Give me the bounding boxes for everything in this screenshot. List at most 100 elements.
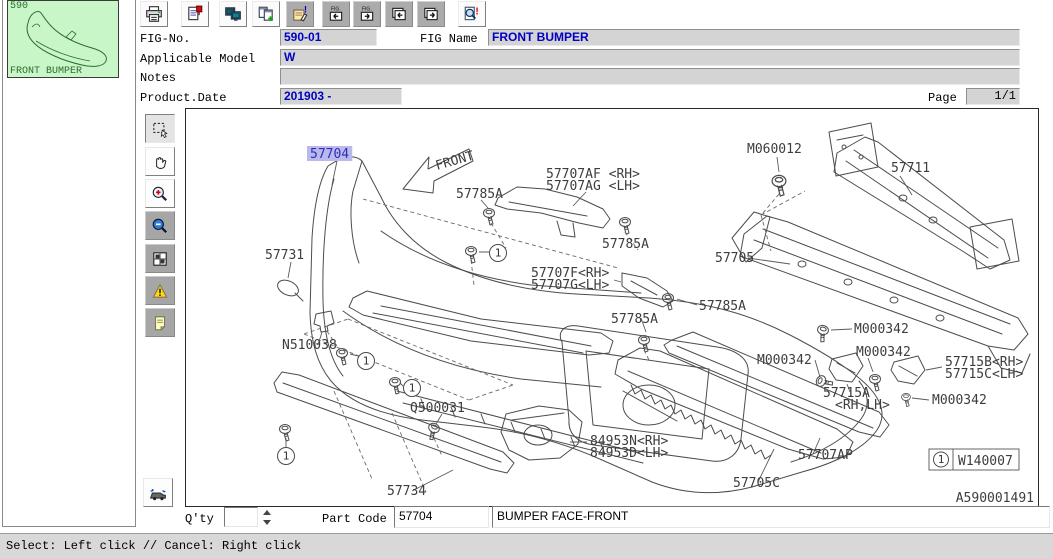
applicable-model-label: Applicable Model	[140, 52, 256, 66]
vehicle	[149, 489, 166, 501]
drawing-number: A590001491	[956, 491, 1034, 506]
callout-marker: 1	[489, 244, 507, 262]
tool-button-zoom-out[interactable]	[145, 211, 175, 240]
notes-label: Notes	[140, 71, 177, 85]
document-properties-icon	[188, 5, 203, 21]
svg-text:1: 1	[363, 355, 370, 368]
printer-icon	[146, 6, 162, 22]
construction-lines	[303, 190, 806, 493]
tool-button-fit-page[interactable]	[145, 244, 175, 273]
svg-text:1: 1	[409, 382, 416, 395]
window-forward-icon	[424, 7, 438, 21]
svg-text:1: 1	[283, 450, 290, 463]
figure-thumbnail-front-bumper[interactable]: 590 FRONT BUMPER	[7, 0, 119, 78]
toolbar-button-search-alert[interactable]: !	[458, 1, 486, 27]
svg-text:1: 1	[495, 247, 502, 260]
upper-beam-57711-art	[828, 122, 1020, 270]
part-label-57707aglh[interactable]: 57707AG <LH>	[546, 179, 640, 194]
bumper-thumbnail-drawing	[26, 10, 107, 67]
zoom-in	[152, 186, 167, 201]
part-label-m000342[interactable]: M000342	[757, 353, 812, 368]
toolbar-button-fig-previous[interactable]: FIG.	[322, 1, 350, 27]
toolbar-button-window-back[interactable]	[385, 1, 413, 27]
part-label-57711[interactable]: 57711	[891, 161, 930, 176]
search-alert-icon: !	[464, 7, 479, 21]
tool-button-notes[interactable]	[145, 308, 175, 337]
tool-button-vehicle[interactable]	[143, 478, 173, 507]
copy-window-icon	[258, 6, 273, 21]
tool-button-pan-hand[interactable]	[145, 147, 175, 176]
part-label-57785a[interactable]: 57785A	[611, 312, 658, 327]
zoom-out	[152, 218, 167, 233]
note-pointer-icon: !	[293, 5, 308, 22]
window-back-icon	[392, 7, 406, 21]
part-code-input[interactable]: 57704	[394, 506, 489, 528]
tool-button-zoom-in[interactable]	[145, 179, 175, 208]
bracket-57707af-art	[494, 186, 611, 238]
tool-button-marquee-select[interactable]	[145, 114, 175, 143]
part-label-57705c[interactable]: 57705C	[733, 476, 780, 491]
part-label-m060012[interactable]: M060012	[747, 142, 802, 157]
dual-monitor-icon	[225, 7, 241, 21]
part-label-57707glh[interactable]: 57707G<LH>	[531, 278, 609, 293]
fig-no-field[interactable]: 590-01	[280, 29, 377, 46]
fig-name-label: FIG Name	[420, 32, 478, 46]
svg-text:FIG.: FIG.	[331, 7, 341, 13]
qty-spin-down-icon[interactable]	[263, 520, 271, 525]
page-label: Page	[928, 91, 957, 105]
toolbar-button-window-forward[interactable]	[417, 1, 445, 27]
fig-previous-icon: FIG.	[329, 7, 343, 21]
diagram-canvas[interactable]: 57704 57785A 57707AF <RH> 57707AG <LH> M0600…	[185, 108, 1039, 507]
part-label-57707ap[interactable]: 57707AP	[798, 448, 853, 463]
clip-57731-art	[277, 279, 304, 302]
fig-name-field[interactable]: FRONT BUMPER	[488, 29, 1020, 46]
product-date-label: Product.Date	[140, 91, 227, 105]
thumbnail-fig-number: 590	[10, 1, 29, 12]
ref-box-w140007: 1 W140007	[928, 448, 1020, 471]
svg-text:W140007: W140007	[958, 454, 1013, 469]
figure-list-panel: 590 FRONT BUMPER	[2, 0, 136, 527]
tool-button-warning[interactable]	[145, 276, 175, 305]
product-date-field[interactable]: 201903 -	[280, 88, 402, 105]
applicable-model-field[interactable]: W	[280, 49, 1020, 66]
part-label-57705[interactable]: 57705	[715, 251, 754, 266]
toolbar-button-dual-monitor[interactable]	[219, 1, 247, 27]
qty-spin-up-icon[interactable]	[263, 510, 271, 515]
part-label-rhlh[interactable]: <RH,LH>	[835, 398, 890, 413]
svg-text:!: !	[475, 7, 478, 18]
part-label-57785a[interactable]: 57785A	[456, 187, 503, 202]
notes	[154, 316, 166, 331]
part-label-m000342[interactable]: M000342	[856, 345, 911, 360]
status-bar: Select: Left click // Cancel: Right clic…	[0, 533, 1053, 559]
fig-next-icon: FIG.	[360, 7, 374, 21]
part-label-m000342[interactable]: M000342	[932, 393, 987, 408]
part-label-84953dlh[interactable]: 84953D<LH>	[590, 446, 668, 461]
part-name-field: BUMPER FACE-FRONT	[492, 506, 1050, 528]
part-label-m000342[interactable]: M000342	[854, 322, 909, 337]
qty-label: Q'ty	[185, 512, 214, 526]
part-label-57785a[interactable]: 57785A	[699, 299, 746, 314]
fit-page	[153, 252, 167, 266]
toolbar-button-printer[interactable]	[140, 1, 168, 27]
qty-input[interactable]	[224, 507, 258, 527]
pan-hand	[156, 157, 167, 169]
fog-cover-84953-art	[500, 405, 583, 461]
thumbnail-caption: FRONT BUMPER	[10, 66, 83, 77]
part-label-57785a[interactable]: 57785A	[602, 237, 649, 252]
part-label-n510038[interactable]: N510038	[282, 338, 337, 353]
part-label-q500031[interactable]: Q500031	[410, 401, 465, 416]
part-label-57715clh[interactable]: 57715C<LH>	[945, 367, 1023, 382]
notes-field[interactable]	[280, 68, 1020, 85]
parts-diagram: 5770457785A57707AF <RH>57707AG <LH>M0600…	[265, 122, 1034, 506]
parts-catalog-window: 590 FRONT BUMPER ! FIG. FIG.! FIG-No. 590-…	[0, 0, 1053, 559]
part-label-57734[interactable]: 57734	[387, 484, 426, 499]
part-code-label: Part Code	[322, 512, 387, 526]
marquee-select	[153, 122, 168, 138]
part-label-57704[interactable]: 57704	[310, 147, 349, 162]
toolbar-button-note-pointer[interactable]: !	[286, 1, 314, 27]
toolbar-button-document-properties[interactable]	[181, 1, 209, 27]
toolbar-button-copy-window[interactable]	[252, 1, 280, 27]
part-label-57731[interactable]: 57731	[265, 248, 304, 263]
svg-text:1: 1	[938, 453, 945, 466]
toolbar-button-fig-next[interactable]: FIG.	[353, 1, 381, 27]
